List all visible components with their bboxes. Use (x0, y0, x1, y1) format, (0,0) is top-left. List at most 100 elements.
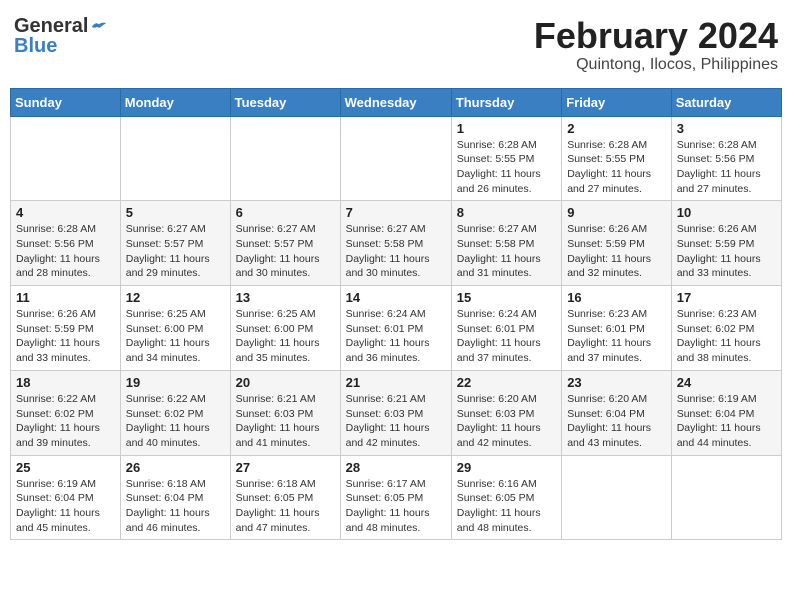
calendar-week-row: 11 Sunrise: 6:26 AM Sunset: 5:59 PM Dayli… (11, 286, 782, 371)
day-number: 11 (16, 290, 115, 305)
day-info: Sunrise: 6:23 AM Sunset: 6:01 PM Dayligh… (567, 307, 666, 366)
calendar-cell: 9Sunrise: 6:26 AM Sunset: 5:59 PM Daylig… (562, 201, 672, 286)
calendar-cell: 10 Sunrise: 6:26 AM Sunset: 5:59 PM Dayli… (671, 201, 781, 286)
calendar-table: SundayMondayTuesdayWednesdayThursdayFrid… (10, 88, 782, 541)
day-number: 10 (677, 205, 776, 220)
logo: General Blue (14, 16, 108, 56)
day-info: Sunrise: 6:26 AM Sunset: 5:59 PM Dayligh… (677, 222, 776, 281)
calendar-cell: 8 Sunrise: 6:27 AM Sunset: 5:58 PM Daylig… (451, 201, 561, 286)
day-info: Sunrise: 6:20 AM Sunset: 6:03 PM Dayligh… (457, 392, 556, 451)
day-number: 25 (16, 460, 115, 475)
weekday-tuesday: Tuesday (230, 88, 340, 116)
day-number: 16 (567, 290, 666, 305)
calendar-cell (671, 455, 781, 540)
calendar-cell: 29 Sunrise: 6:16 AM Sunset: 6:05 PM Dayli… (451, 455, 561, 540)
calendar-cell: 26 Sunrise: 6:18 AM Sunset: 6:04 PM Dayli… (120, 455, 230, 540)
calendar-cell: 18 Sunrise: 6:22 AM Sunset: 6:02 PM Dayli… (11, 370, 121, 455)
calendar-week-row: 1 Sunrise: 6:28 AM Sunset: 5:55 PM Daylig… (11, 116, 782, 201)
weekday-wednesday: Wednesday (340, 88, 451, 116)
day-info: Sunrise: 6:28 AM Sunset: 5:55 PM Dayligh… (457, 138, 556, 197)
calendar-cell: 24 Sunrise: 6:19 AM Sunset: 6:04 PM Dayli… (671, 370, 781, 455)
day-info: Sunrise: 6:25 AM Sunset: 6:00 PM Dayligh… (236, 307, 335, 366)
title-area: February 2024 Quintong, Ilocos, Philippi… (534, 16, 778, 74)
day-number: 3 (677, 121, 776, 136)
calendar-cell (11, 116, 121, 201)
calendar-cell: 13 Sunrise: 6:25 AM Sunset: 6:00 PM Dayli… (230, 286, 340, 371)
day-info: Sunrise: 6:26 AM Sunset: 5:59 PM Dayligh… (16, 307, 115, 366)
day-info: Sunrise: 6:23 AM Sunset: 6:02 PM Dayligh… (677, 307, 776, 366)
weekday-friday: Friday (562, 88, 672, 116)
logo-general: General (14, 16, 88, 36)
calendar-cell (562, 455, 672, 540)
day-number: 13 (236, 290, 335, 305)
location-title: Quintong, Ilocos, Philippines (534, 56, 778, 74)
day-number: 28 (346, 460, 446, 475)
calendar-cell: 23Sunrise: 6:20 AM Sunset: 6:04 PM Dayli… (562, 370, 672, 455)
logo-blue: Blue (14, 36, 57, 56)
day-number: 8 (457, 205, 556, 220)
calendar-cell: 15 Sunrise: 6:24 AM Sunset: 6:01 PM Dayli… (451, 286, 561, 371)
calendar-cell (230, 116, 340, 201)
day-number: 22 (457, 375, 556, 390)
calendar-cell: 28 Sunrise: 6:17 AM Sunset: 6:05 PM Dayli… (340, 455, 451, 540)
day-number: 18 (16, 375, 115, 390)
day-number: 26 (126, 460, 225, 475)
day-number: 2 (567, 121, 666, 136)
weekday-saturday: Saturday (671, 88, 781, 116)
day-number: 7 (346, 205, 446, 220)
day-info: Sunrise: 6:24 AM Sunset: 6:01 PM Dayligh… (346, 307, 446, 366)
day-number: 1 (457, 121, 556, 136)
day-info: Sunrise: 6:28 AM Sunset: 5:56 PM Dayligh… (677, 138, 776, 197)
calendar-cell: 19Sunrise: 6:22 AM Sunset: 6:02 PM Dayli… (120, 370, 230, 455)
day-number: 4 (16, 205, 115, 220)
day-info: Sunrise: 6:16 AM Sunset: 6:05 PM Dayligh… (457, 477, 556, 536)
day-number: 20 (236, 375, 335, 390)
calendar-cell: 11 Sunrise: 6:26 AM Sunset: 5:59 PM Dayli… (11, 286, 121, 371)
day-info: Sunrise: 6:24 AM Sunset: 6:01 PM Dayligh… (457, 307, 556, 366)
calendar-cell: 12Sunrise: 6:25 AM Sunset: 6:00 PM Dayli… (120, 286, 230, 371)
day-info: Sunrise: 6:25 AM Sunset: 6:00 PM Dayligh… (126, 307, 225, 366)
calendar-cell: 27 Sunrise: 6:18 AM Sunset: 6:05 PM Dayli… (230, 455, 340, 540)
calendar-cell: 5Sunrise: 6:27 AM Sunset: 5:57 PM Daylig… (120, 201, 230, 286)
weekday-monday: Monday (120, 88, 230, 116)
day-info: Sunrise: 6:18 AM Sunset: 6:04 PM Dayligh… (126, 477, 225, 536)
calendar-cell: 16 Sunrise: 6:23 AM Sunset: 6:01 PM Dayli… (562, 286, 672, 371)
day-number: 17 (677, 290, 776, 305)
day-info: Sunrise: 6:26 AM Sunset: 5:59 PM Dayligh… (567, 222, 666, 281)
day-info: Sunrise: 6:17 AM Sunset: 6:05 PM Dayligh… (346, 477, 446, 536)
calendar-week-row: 4 Sunrise: 6:28 AM Sunset: 5:56 PM Daylig… (11, 201, 782, 286)
day-info: Sunrise: 6:18 AM Sunset: 6:05 PM Dayligh… (236, 477, 335, 536)
calendar-cell: 3 Sunrise: 6:28 AM Sunset: 5:56 PM Daylig… (671, 116, 781, 201)
calendar-cell: 20Sunrise: 6:21 AM Sunset: 6:03 PM Dayli… (230, 370, 340, 455)
page-header: General Blue February 2024 Quintong, Ilo… (10, 10, 782, 80)
day-number: 24 (677, 375, 776, 390)
day-info: Sunrise: 6:28 AM Sunset: 5:56 PM Dayligh… (16, 222, 115, 281)
calendar-week-row: 25Sunrise: 6:19 AM Sunset: 6:04 PM Dayli… (11, 455, 782, 540)
day-info: Sunrise: 6:27 AM Sunset: 5:58 PM Dayligh… (457, 222, 556, 281)
day-number: 15 (457, 290, 556, 305)
weekday-thursday: Thursday (451, 88, 561, 116)
day-info: Sunrise: 6:28 AM Sunset: 5:55 PM Dayligh… (567, 138, 666, 197)
calendar-cell: 1 Sunrise: 6:28 AM Sunset: 5:55 PM Daylig… (451, 116, 561, 201)
day-number: 21 (346, 375, 446, 390)
day-number: 14 (346, 290, 446, 305)
calendar-cell: 7 Sunrise: 6:27 AM Sunset: 5:58 PM Daylig… (340, 201, 451, 286)
calendar-week-row: 18 Sunrise: 6:22 AM Sunset: 6:02 PM Dayli… (11, 370, 782, 455)
bird-icon (90, 19, 108, 33)
calendar-cell: 25Sunrise: 6:19 AM Sunset: 6:04 PM Dayli… (11, 455, 121, 540)
calendar-cell (120, 116, 230, 201)
day-info: Sunrise: 6:21 AM Sunset: 6:03 PM Dayligh… (346, 392, 446, 451)
calendar-cell (340, 116, 451, 201)
weekday-sunday: Sunday (11, 88, 121, 116)
day-info: Sunrise: 6:19 AM Sunset: 6:04 PM Dayligh… (677, 392, 776, 451)
calendar-cell: 2 Sunrise: 6:28 AM Sunset: 5:55 PM Daylig… (562, 116, 672, 201)
day-number: 19 (126, 375, 225, 390)
day-info: Sunrise: 6:22 AM Sunset: 6:02 PM Dayligh… (16, 392, 115, 451)
calendar-cell: 21 Sunrise: 6:21 AM Sunset: 6:03 PM Dayli… (340, 370, 451, 455)
calendar-cell: 14 Sunrise: 6:24 AM Sunset: 6:01 PM Dayli… (340, 286, 451, 371)
day-info: Sunrise: 6:27 AM Sunset: 5:58 PM Dayligh… (346, 222, 446, 281)
day-number: 29 (457, 460, 556, 475)
calendar-cell: 6Sunrise: 6:27 AM Sunset: 5:57 PM Daylig… (230, 201, 340, 286)
day-number: 27 (236, 460, 335, 475)
day-info: Sunrise: 6:27 AM Sunset: 5:57 PM Dayligh… (236, 222, 335, 281)
